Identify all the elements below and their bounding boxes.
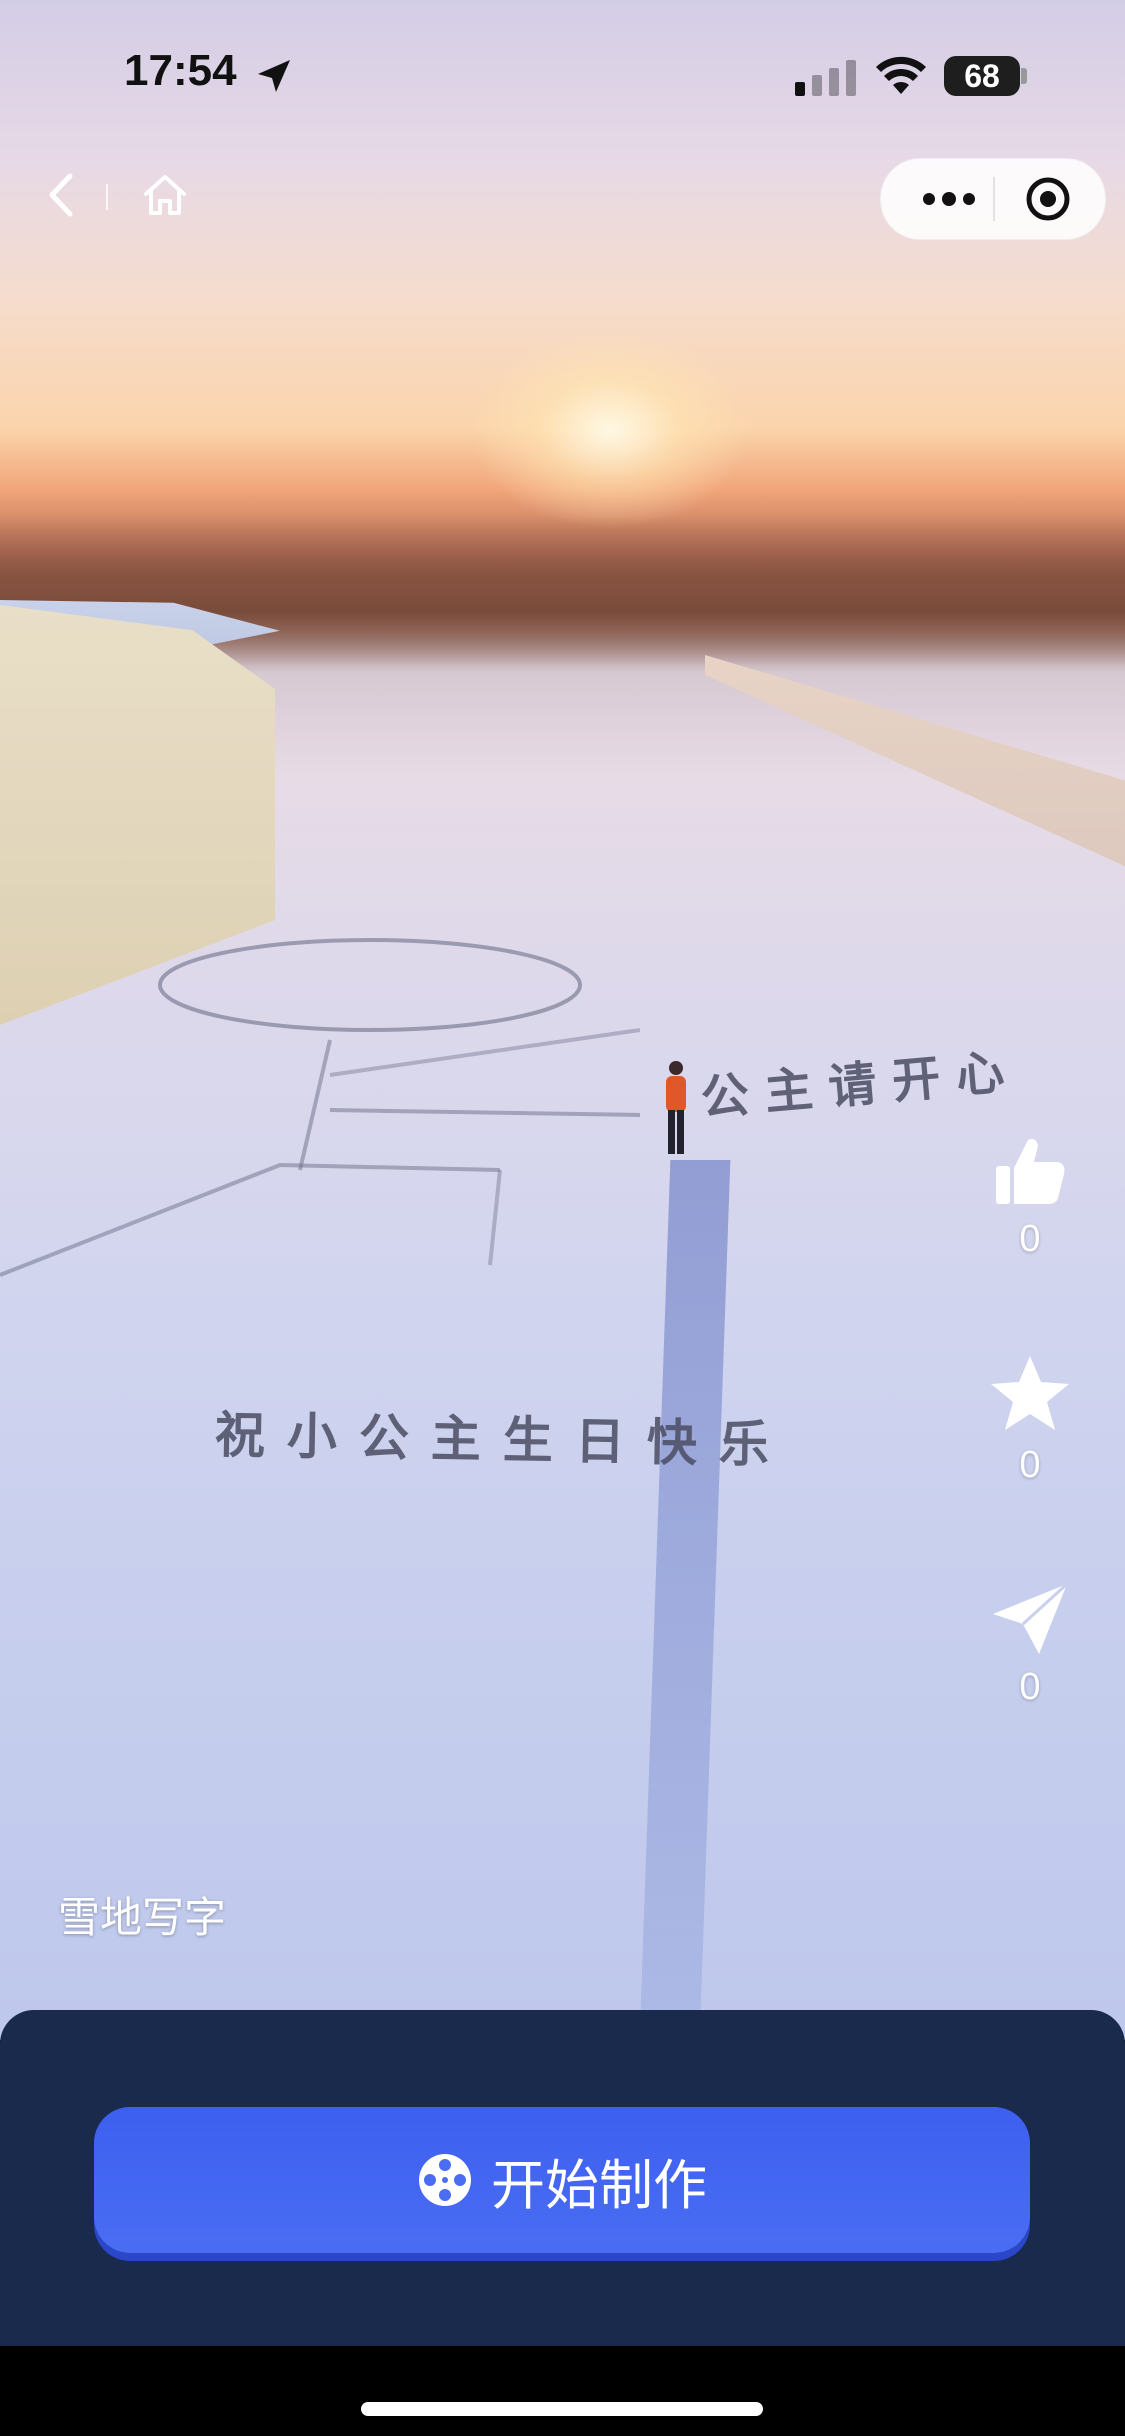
share-button[interactable]: 0 [980, 1580, 1080, 1709]
location-arrow-icon [258, 60, 290, 92]
battery-indicator: 68 [944, 56, 1020, 96]
share-count: 0 [1019, 1666, 1041, 1708]
cellular-signal-icon [795, 60, 856, 96]
home-icon[interactable] [140, 172, 190, 218]
start-making-button[interactable]: 开始制作 [94, 2107, 1030, 2253]
thumbs-up-icon [996, 1138, 1065, 1204]
battery-level: 68 [964, 57, 1000, 94]
more-dots-icon[interactable] [921, 185, 977, 213]
battery-cap [1021, 68, 1027, 84]
capsule-separator [993, 177, 995, 221]
like-count: 0 [1019, 1218, 1041, 1260]
chevron-left-icon[interactable] [40, 170, 80, 220]
status-time: 17:54 [124, 46, 237, 95]
capsule-menu [880, 158, 1106, 240]
snow-text-main: 祝小公主生日快乐 [214, 1405, 792, 1475]
nav-divider [106, 184, 108, 210]
home-indicator-area [0, 2346, 1125, 2436]
like-button[interactable]: 0 [980, 1130, 1080, 1261]
person-figure [666, 1061, 686, 1154]
send-icon [993, 1582, 1069, 1654]
wifi-icon [876, 56, 926, 94]
favorite-count: 0 [1019, 1444, 1041, 1486]
video-player[interactable]: 公主请开心 祝小公主生日快乐 雪地写字 [0, 0, 1125, 2040]
video-caption: 雪地写字 [58, 1894, 227, 1941]
star-icon [991, 1356, 1069, 1430]
start-making-label: 开始制作 [491, 2155, 707, 2216]
favorite-button[interactable]: 0 [980, 1352, 1080, 1487]
snow-drawing [0, 938, 641, 1277]
target-close-icon[interactable] [1024, 175, 1072, 223]
status-bar: 17:54 68 [0, 0, 1125, 140]
home-indicator[interactable] [361, 2402, 763, 2416]
film-reel-icon [419, 2154, 471, 2206]
